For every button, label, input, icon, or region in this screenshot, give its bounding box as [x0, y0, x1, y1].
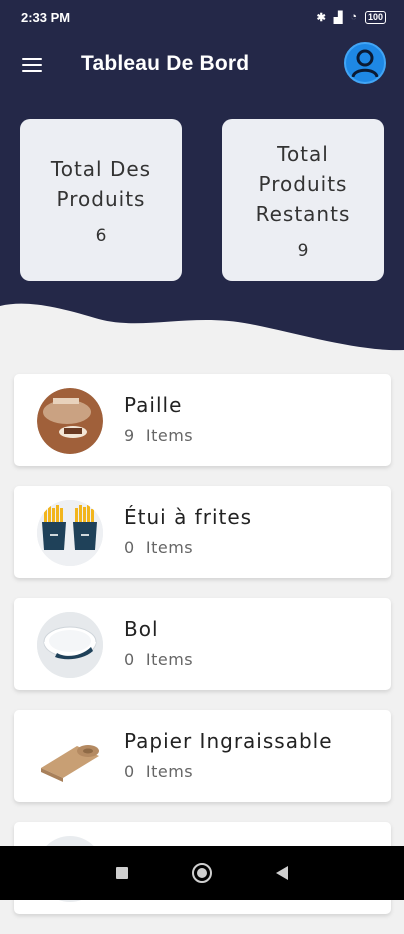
stat-card-total-products[interactable]: Total Des Produits 6 — [20, 119, 182, 281]
product-count: 0 Items — [124, 762, 194, 781]
stat-card-remaining-products[interactable]: Total Produits Restants 9 — [222, 119, 384, 281]
bluetooth-icon: ✱ — [316, 11, 326, 24]
product-image-etui-frites — [37, 500, 103, 566]
product-item-bol[interactable]: Bol 0 Items — [14, 598, 391, 690]
menu-icon[interactable] — [22, 58, 42, 72]
user-icon — [351, 49, 379, 78]
product-name: Bol — [124, 617, 159, 641]
status-bar: 2:33 PM ✱ ▟ ◔ 100 — [0, 0, 404, 34]
signal-icon: ▟ — [333, 11, 343, 24]
header: Tableau De Bord Total Des Produits 6 Tot… — [0, 34, 404, 352]
back-button-icon[interactable] — [275, 865, 289, 881]
stat-label: Total Produits Restants — [255, 142, 351, 226]
product-count: 0 Items — [124, 538, 194, 557]
status-time: 2:33 PM — [21, 9, 71, 25]
product-count: 0 Items — [124, 650, 194, 669]
home-button-icon[interactable] — [191, 862, 213, 884]
product-name: Étui à frites — [124, 505, 253, 529]
stat-label: Total Des Produits — [50, 157, 152, 211]
product-item-paille[interactable]: Paille 9 Items — [14, 374, 391, 466]
product-name: Papier Ingraissable — [124, 729, 333, 753]
page-title: Tableau De Bord — [81, 52, 250, 75]
product-image-paille — [37, 388, 103, 454]
product-name: Paille — [124, 393, 183, 417]
product-count: 9 Items — [124, 426, 194, 445]
status-icons: ✱ ▟ ◔ 100 — [316, 10, 386, 24]
stat-value: 9 — [297, 241, 309, 261]
recents-button-icon[interactable] — [115, 866, 129, 880]
stat-value: 6 — [95, 226, 107, 246]
product-item-etui-frites[interactable]: Étui à frites 0 Items — [14, 486, 391, 578]
product-image-papier — [37, 724, 103, 790]
profile-avatar-button[interactable] — [344, 42, 386, 84]
product-item-papier-ingraissable[interactable]: Papier Ingraissable 0 Items — [14, 710, 391, 802]
wifi-icon: ◔ — [350, 11, 357, 23]
system-nav-bar — [0, 846, 404, 900]
battery-icon: 100 — [364, 10, 386, 24]
product-image-bol — [37, 612, 103, 678]
